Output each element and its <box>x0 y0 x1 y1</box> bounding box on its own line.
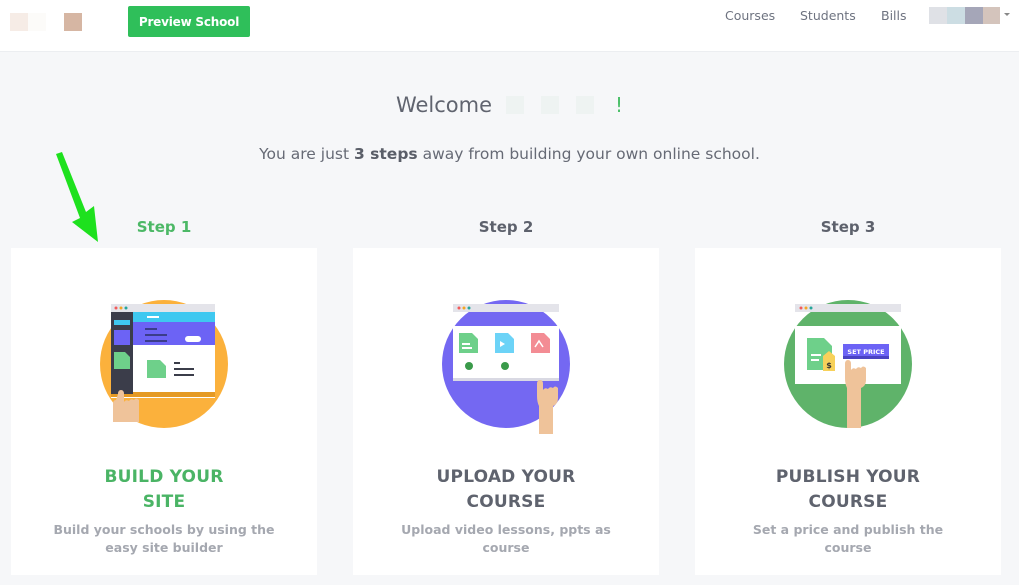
nav-bills[interactable]: Bills <box>881 8 907 23</box>
step-3-title: PUBLISH YOUR COURSE <box>775 467 921 512</box>
nav-students[interactable]: Students <box>800 8 856 23</box>
user-name-redacted <box>506 96 611 114</box>
set-price-illustration-text: SET PRICE <box>847 348 884 356</box>
svg-text:$: $ <box>826 361 832 370</box>
publish-course-illustration: $ SET PRICE <box>784 300 912 428</box>
step-2-label: Step 2 <box>478 218 534 236</box>
subtitle-steps-count: 3 steps <box>353 145 418 163</box>
step-2-description: Upload video lessons, ppts as course <box>401 522 611 555</box>
step-1-label: Step 1 <box>136 218 192 236</box>
school-logo[interactable] <box>10 13 46 31</box>
user-menu-caret-icon[interactable] <box>1004 13 1010 16</box>
step-card-upload-course[interactable]: UPLOAD YOUR COURSE Upload video lessons, … <box>353 248 659 575</box>
top-navbar: Preview School Courses Students Bills <box>0 0 1019 52</box>
welcome-exclamation: ! <box>615 93 624 117</box>
step-3-description: Set a price and publish the course <box>752 522 944 555</box>
step-3-label: Step 3 <box>820 218 876 236</box>
step-1-description: Build your schools by using the easy sit… <box>53 522 275 555</box>
welcome-subtitle: You are just 3 steps away from building … <box>0 145 1019 163</box>
welcome-heading: Welcome ! <box>0 93 1019 117</box>
preview-school-button[interactable]: Preview School <box>128 6 250 37</box>
welcome-text: Welcome <box>395 93 493 117</box>
step-2-title: UPLOAD YOUR COURSE <box>436 467 576 512</box>
step-1-title: BUILD YOUR SITE <box>104 467 224 512</box>
subtitle-text: You are just <box>259 145 354 163</box>
nav-courses[interactable]: Courses <box>725 8 775 23</box>
site-builder-illustration <box>100 300 228 428</box>
subtitle-text-end: away from building your own online schoo… <box>417 145 760 163</box>
school-logo-mark <box>64 13 82 31</box>
user-avatar[interactable] <box>929 7 1000 24</box>
step-card-build-site[interactable]: BUILD YOUR SITE Build your schools by usi… <box>11 248 317 575</box>
step-card-publish-course[interactable]: $ SET PRICE PUBLISH YOUR COURSE Set a pri… <box>695 248 1001 575</box>
upload-course-illustration <box>442 300 570 434</box>
